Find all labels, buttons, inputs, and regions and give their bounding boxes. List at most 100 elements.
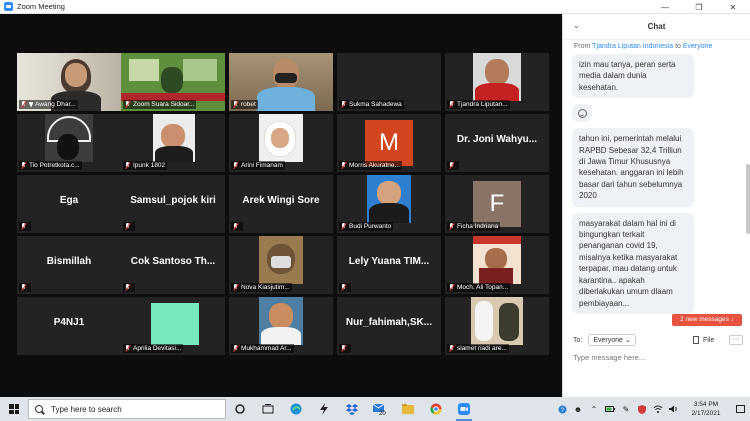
participant-tile[interactable]: Arek Wingi Sore	[229, 175, 333, 233]
chat-message: izin mau tanya, peran serta media dalam …	[572, 54, 694, 99]
participant-tile[interactable]: Tjandra Liputan...	[445, 53, 549, 111]
participant-display-name: P4NJ1	[53, 317, 85, 328]
participant-face	[377, 181, 401, 205]
mic-muted-icon	[341, 345, 346, 352]
sender-name[interactable]: Tjandra Liputan Indonesia	[592, 43, 673, 50]
pen-icon[interactable]: ✎	[618, 397, 634, 421]
participant-tile[interactable]: Budi Purwanto	[337, 175, 441, 233]
chevron-up-icon[interactable]: ⌃	[586, 397, 602, 421]
participant-name: Tio Potretkota.c...	[19, 161, 82, 170]
participant-face	[485, 248, 507, 270]
participant-tile[interactable]: robet	[229, 53, 333, 111]
cortana-icon[interactable]	[226, 397, 254, 421]
taskbar-search-input[interactable]	[51, 404, 221, 414]
pin-icon	[29, 101, 33, 108]
notification-box	[735, 405, 745, 413]
minimize-button[interactable]: —	[648, 0, 682, 14]
participant-tile[interactable]: Samsul_pojok kiri	[121, 175, 225, 233]
power-automate-icon[interactable]	[310, 397, 338, 421]
clock-date: 2/17/2021	[691, 410, 721, 417]
participant-name: Aprilia Devitasi...	[123, 344, 184, 353]
participant-video	[151, 303, 199, 345]
participant-display-name: Bismillah	[46, 256, 92, 267]
help-icon[interactable]: ?	[554, 397, 570, 421]
chat-header: ⌄ Chat	[563, 14, 750, 40]
chat-message-input[interactable]	[573, 350, 743, 364]
participant-tile[interactable]: Sukma Sahadewa	[337, 53, 441, 111]
participant-name	[231, 222, 243, 231]
participant-tile[interactable]: M Morris Akuratne...	[337, 114, 441, 172]
mic-muted-icon	[341, 284, 346, 291]
new-messages-button[interactable]: 2 new messages ↓	[672, 314, 742, 326]
participant-tile[interactable]: Nur_fahimah,SK...	[337, 297, 441, 355]
recipient-dropdown[interactable]: Everyone ⌄	[588, 334, 636, 346]
participant-tile[interactable]: Moch. Ali Topan...	[445, 236, 549, 294]
participant-figure	[475, 301, 493, 341]
participant-figure	[57, 134, 79, 160]
participant-tile[interactable]: Ega	[17, 175, 121, 233]
message-sender-line: From Tjandra Liputan Indonesia to Everyo…	[574, 43, 713, 50]
window-controls: — ❐ ✕	[648, 0, 750, 14]
chat-message: masyarakat dalam hal ini di bingungkan t…	[572, 212, 694, 314]
participant-tile[interactable]: Cok Santoso Th...	[121, 236, 225, 294]
wifi-icon[interactable]	[650, 397, 666, 421]
participant-tile[interactable]: Zoom Suara Sidoar...	[121, 53, 225, 111]
dropbox-icon[interactable]	[338, 397, 366, 421]
participant-tile[interactable]: Tio Potretkota.c...	[17, 114, 121, 172]
mic-muted-icon	[341, 223, 346, 230]
participant-name: Budi Purwanto	[339, 222, 394, 231]
mic-muted-icon	[21, 162, 26, 169]
system-clock[interactable]: 3:54 PM 2/17/2021	[682, 400, 730, 418]
notification-center-icon[interactable]	[730, 397, 750, 421]
recipient-name[interactable]: Everyone	[683, 43, 713, 50]
chat-scrollbar[interactable]	[746, 164, 750, 234]
clock-time: 3:54 PM	[693, 401, 719, 408]
participant-tile[interactable]: Dr. Joni Wahyu...	[445, 114, 549, 172]
participant-tile[interactable]: Lely Yuana TIM...	[337, 236, 441, 294]
participant-tile[interactable]: slamet riadi are...	[445, 297, 549, 355]
participant-display-name: Cok Santoso Th...	[130, 256, 216, 267]
people-icon[interactable]: ☻	[570, 397, 586, 421]
to-label: To:	[573, 336, 583, 344]
participant-shirt	[155, 146, 193, 162]
shield-icon[interactable]	[634, 397, 650, 421]
mic-muted-icon	[21, 101, 26, 108]
participant-tile[interactable]: Arini Fimanam	[229, 114, 333, 172]
more-options-button[interactable]: ···	[729, 335, 743, 345]
volume-icon[interactable]	[666, 397, 682, 421]
participant-name: Mukhammad Ar...	[231, 344, 294, 353]
edge-browser-icon[interactable]	[282, 397, 310, 421]
task-view-icon[interactable]	[254, 397, 282, 421]
start-button[interactable]	[0, 397, 28, 421]
participant-name: Morris Akuratne...	[339, 161, 402, 170]
mic-muted-icon	[449, 345, 454, 352]
participant-tile[interactable]: Ipunk 1802	[121, 114, 225, 172]
participant-tile[interactable]: F Ficha Indriana	[445, 175, 549, 233]
taskbar-search[interactable]	[28, 399, 226, 419]
participant-name: Ipunk 1802	[123, 161, 168, 170]
participant-avatar: M	[365, 120, 413, 166]
mic-muted-icon	[449, 223, 454, 230]
close-button[interactable]: ✕	[716, 0, 750, 14]
participant-face	[65, 63, 87, 87]
file-icon	[693, 336, 699, 344]
mail-icon[interactable]: 20	[366, 397, 394, 421]
mic-muted-icon	[449, 162, 454, 169]
participant-name: slamet riadi are...	[447, 344, 509, 353]
zoom-taskbar-icon[interactable]	[450, 397, 478, 421]
participant-tile[interactable]: P4NJ1	[17, 297, 121, 355]
participant-tile[interactable]: Aprilia Devitasi...	[121, 297, 225, 355]
participant-tile[interactable]: Nova Kiasjutim...	[229, 236, 333, 294]
participant-tile[interactable]: Mukhammad Ar...	[229, 297, 333, 355]
mic-muted-icon	[125, 223, 130, 230]
participant-tile[interactable]: Bismillah	[17, 236, 121, 294]
maximize-button[interactable]: ❐	[682, 0, 716, 14]
participant-tile[interactable]: Awang Dhar...	[17, 53, 121, 111]
battery-icon[interactable]	[602, 397, 618, 421]
file-explorer-icon[interactable]	[394, 397, 422, 421]
file-button[interactable]: File	[693, 336, 714, 344]
participant-name	[19, 222, 31, 231]
chat-messages[interactable]: izin mau tanya, peran serta media dalam …	[572, 54, 742, 326]
chrome-icon[interactable]	[422, 397, 450, 421]
participant-name: Sukma Sahadewa	[339, 100, 404, 109]
